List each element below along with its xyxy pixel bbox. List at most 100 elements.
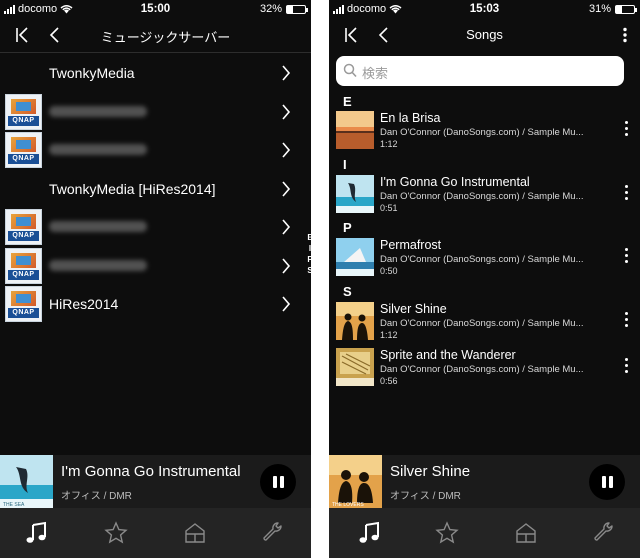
search-icon: [343, 63, 357, 78]
album-thumbnail: [336, 238, 374, 276]
page-title: ミュージックサーバー: [100, 30, 231, 45]
song-row[interactable]: En la Brisa Dan O'Connor (DanoSongs.com) …: [329, 109, 640, 151]
server-row[interactable]: QNAP HiRes2014: [0, 285, 311, 323]
more-vertical-icon[interactable]: [624, 185, 630, 203]
song-artist: Dan O'Connor (DanoSongs.com) / Sample Mu…: [380, 364, 584, 375]
song-artist: Dan O'Connor (DanoSongs.com) / Sample Mu…: [380, 127, 584, 138]
chevron-right-icon: [282, 296, 291, 312]
back-to-top-icon: [345, 27, 357, 43]
tab-music[interactable]: [356, 520, 382, 546]
song-duration: 0:56: [380, 376, 398, 386]
redacted-server-name: [49, 144, 147, 155]
section-index-letter[interactable]: I: [305, 243, 315, 254]
battery-percent: 32%: [259, 3, 282, 15]
pause-button[interactable]: [589, 464, 625, 500]
server-label: HiRes2014: [49, 296, 119, 312]
album-thumbnail: [336, 348, 374, 386]
room-icon: [185, 523, 205, 543]
now-playing-bar[interactable]: THE SEA I'm Gonna Go Instrumental オフィス /…: [0, 455, 311, 508]
tab-settings[interactable]: [260, 520, 286, 546]
music-note-icon: [26, 521, 46, 543]
song-row[interactable]: Sprite and the Wanderer Dan O'Connor (Dan…: [329, 346, 640, 388]
chevron-right-icon: [282, 257, 291, 274]
song-duration: 1:12: [380, 330, 398, 340]
tab-favorites[interactable]: [103, 520, 129, 546]
tab-favorites[interactable]: [434, 520, 460, 546]
search-placeholder: 検索: [362, 66, 389, 81]
tab-settings[interactable]: [591, 520, 617, 546]
qnap-logo-icon: QNAP: [5, 209, 42, 245]
section-index-letter[interactable]: S: [305, 265, 315, 276]
song-title: Silver Shine: [380, 302, 447, 316]
search-field[interactable]: 検索: [336, 56, 624, 86]
section-index-letter[interactable]: E: [305, 232, 315, 243]
qnap-logo-icon: QNAP: [5, 286, 42, 322]
now-playing-title: Silver Shine: [390, 463, 471, 480]
room-icon: [516, 523, 536, 543]
more-vertical-icon: [623, 27, 627, 43]
status-bar: docomo 15:00 32%: [0, 0, 311, 18]
back-to-top-button[interactable]: [10, 22, 36, 48]
back-to-top-icon: [16, 27, 28, 43]
chevron-right-icon: [282, 219, 291, 235]
star-icon: [104, 521, 128, 544]
pause-button[interactable]: [260, 464, 296, 500]
more-options-button[interactable]: [612, 22, 638, 48]
back-to-top-button[interactable]: [339, 22, 365, 48]
now-playing-title: I'm Gonna Go Instrumental: [61, 463, 241, 480]
nav-bar: Songs: [329, 18, 640, 52]
song-title: I'm Gonna Go Instrumental: [380, 175, 530, 189]
tab-bar: [0, 508, 311, 558]
qnap-logo-icon: QNAP: [5, 247, 42, 284]
more-vertical-icon[interactable]: [624, 312, 630, 330]
battery-percent: 31%: [588, 3, 611, 15]
album-art: THE LOVERS: [329, 455, 382, 508]
song-artist: Dan O'Connor (DanoSongs.com) / Sample Mu…: [380, 191, 584, 202]
album-thumbnail: [336, 302, 374, 340]
now-playing-output: オフィス / DMR: [61, 491, 132, 502]
server-row[interactable]: TwonkyMedia [HiRes2014]: [0, 170, 311, 208]
section-index-letter[interactable]: P: [305, 254, 315, 265]
song-row[interactable]: Silver Shine Dan O'Connor (DanoSongs.com)…: [329, 300, 640, 342]
tab-music[interactable]: [23, 520, 49, 546]
page-title: Songs: [466, 27, 503, 42]
more-vertical-icon[interactable]: [624, 358, 630, 376]
server-row[interactable]: QNAP: [0, 208, 311, 246]
section-header: S: [343, 284, 352, 299]
song-row[interactable]: I'm Gonna Go Instrumental Dan O'Connor (D…: [329, 173, 640, 215]
now-playing-output: オフィス / DMR: [390, 491, 461, 502]
server-row[interactable]: QNAP: [0, 93, 311, 131]
server-row[interactable]: QNAP: [0, 247, 311, 285]
server-row[interactable]: QNAP: [0, 131, 311, 169]
redacted-server-name: [49, 259, 147, 271]
now-playing-bar[interactable]: THE LOVERS Silver Shine オフィス / DMR: [329, 455, 640, 508]
more-vertical-icon[interactable]: [624, 248, 630, 266]
songs-screen: docomo 15:03 31% Songs 検索 E En la Brisa Da…: [329, 0, 640, 558]
chevron-right-icon: [282, 142, 291, 158]
section-index[interactable]: EIPS: [305, 232, 315, 276]
server-label: TwonkyMedia [HiRes2014]: [49, 180, 216, 197]
chevron-right-icon: [282, 103, 291, 120]
more-vertical-icon[interactable]: [624, 121, 630, 139]
wrench-icon: [594, 522, 613, 541]
tab-bar: [329, 508, 640, 558]
song-title: Permafrost: [380, 238, 442, 252]
section-header: P: [343, 220, 352, 235]
battery-icon: [615, 4, 637, 14]
battery-icon: [286, 4, 308, 14]
song-duration: 0:50: [380, 266, 398, 276]
server-row[interactable]: TwonkyMedia: [0, 54, 311, 92]
song-duration: 1:12: [380, 139, 398, 149]
tab-rooms[interactable]: [182, 520, 208, 546]
chevron-right-icon: [282, 180, 291, 197]
server-label: TwonkyMedia: [49, 65, 135, 81]
nav-divider: [0, 52, 311, 53]
nav-bar: ミュージックサーバー: [0, 18, 311, 52]
music-note-icon: [359, 521, 379, 543]
section-header: I: [343, 157, 347, 172]
star-icon: [435, 521, 459, 544]
redacted-server-name: [49, 221, 147, 232]
song-row[interactable]: Permafrost Dan O'Connor (DanoSongs.com) /…: [329, 236, 640, 278]
tab-rooms[interactable]: [513, 520, 539, 546]
status-bar: docomo 15:03 31%: [329, 0, 640, 18]
